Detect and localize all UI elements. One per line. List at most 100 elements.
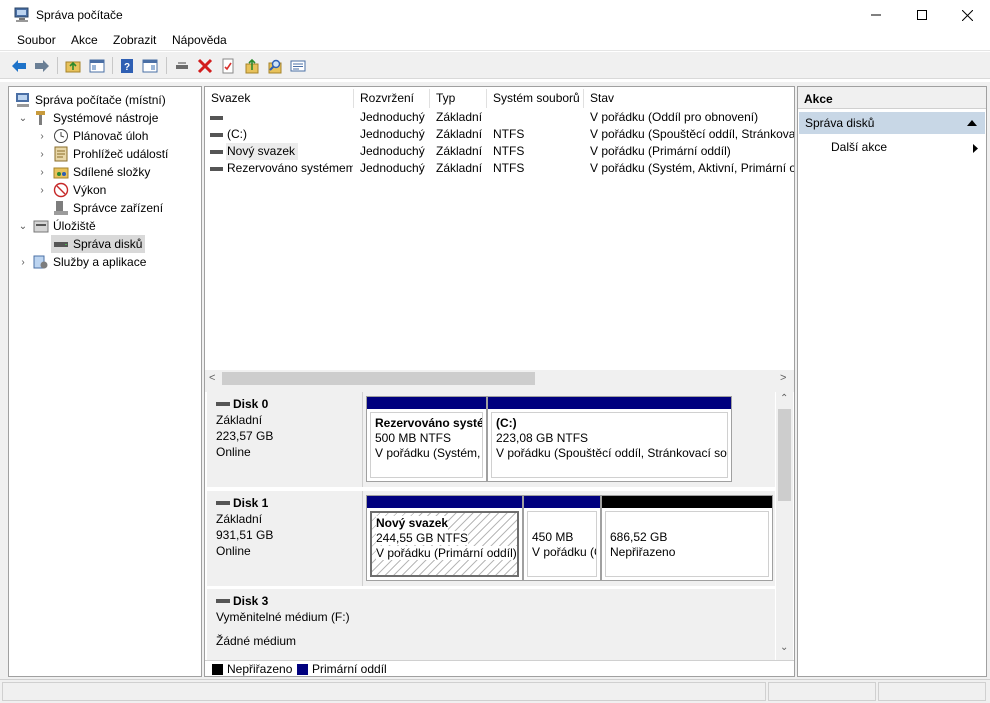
status-cell [2, 682, 766, 701]
column-header-type[interactable]: Typ [430, 89, 487, 108]
collapsed-arrow-icon[interactable]: › [37, 163, 47, 181]
scroll-down-icon[interactable]: ⌄ [780, 642, 788, 653]
forward-button[interactable] [32, 56, 52, 76]
computer-management-icon [15, 92, 31, 108]
tree-item-root[interactable]: Správa počítače (místní) [15, 91, 166, 109]
collapsed-arrow-icon[interactable]: › [37, 145, 47, 163]
partition-system-reserved[interactable]: Rezervováno systémem 500 MB NTFS V pořád… [366, 396, 487, 482]
action-more-actions[interactable]: Další akce [799, 138, 985, 158]
settings-button[interactable] [288, 56, 308, 76]
back-button[interactable] [9, 56, 29, 76]
collapsed-arrow-icon[interactable]: › [37, 181, 47, 199]
tree-item-performance[interactable]: Výkon [53, 181, 106, 199]
disk-status: Žádné médium [216, 634, 297, 648]
toolbar: ? [0, 52, 990, 79]
show-hide-action-pane-icon [142, 59, 158, 73]
submenu-arrow-icon [973, 144, 978, 153]
partition-c[interactable]: (C:) 223,08 GB NTFS V pořádku (Spouštěcí… [487, 396, 732, 482]
actions-pane: Akce Správa disků Další akce [797, 86, 987, 677]
cell-filesystem: NTFS [493, 127, 525, 141]
partition-status: V pořádku (Primární oddíl) [376, 546, 517, 560]
tools-icon [33, 110, 49, 126]
scrollbar-thumb[interactable] [778, 409, 791, 501]
scroll-right-icon[interactable]: > [780, 372, 786, 384]
maximize-icon [917, 10, 927, 20]
scroll-left-icon[interactable]: < [209, 372, 215, 384]
tree-item-services[interactable]: Služby a aplikace [33, 253, 146, 271]
help-button[interactable]: ? [117, 56, 137, 76]
disk-size: 931,51 GB [216, 528, 274, 542]
table-row[interactable]: Nový svazek Jednoduchý Základní NTFS V p… [205, 143, 794, 160]
content-area: Správa počítače (místní) ⌄ Systémové nás… [0, 82, 990, 679]
tree-item-shared-folders[interactable]: Sdílené složky [53, 163, 150, 181]
tree-item-event-viewer[interactable]: Prohlížeč událostí [53, 145, 168, 163]
disk-view-vertical-scrollbar[interactable]: ⌃ ⌄ [776, 392, 793, 660]
menu-action[interactable]: Akce [71, 33, 98, 47]
find-button[interactable] [265, 56, 285, 76]
disk-status: Online [216, 544, 251, 558]
cell-layout: Jednoduchý [360, 110, 425, 124]
tree-item-system-tools[interactable]: Systémové nástroje [33, 109, 158, 127]
cell-volume [227, 109, 351, 126]
disk-type: Základní [216, 413, 263, 427]
tree-item-disk-management[interactable]: Správa disků [51, 235, 146, 253]
tree-label: Systémové nástroje [53, 111, 159, 125]
tree-item-storage[interactable]: Úložiště [33, 217, 96, 235]
close-button[interactable] [944, 0, 990, 30]
legend-primary: Primární oddíl [312, 662, 387, 676]
tree-item-task-scheduler[interactable]: Plánovač úloh [53, 127, 148, 145]
volume-list-horizontal-scrollbar[interactable]: < > [205, 370, 794, 388]
collapsed-arrow-icon[interactable]: › [18, 253, 28, 271]
event-viewer-icon [53, 146, 69, 162]
partition-size: 500 MB NTFS [375, 431, 452, 445]
scroll-up-icon[interactable]: ⌃ [780, 393, 788, 404]
column-header-volume[interactable]: Svazek [205, 89, 354, 108]
table-row[interactable]: Jednoduchý Základní V pořádku (Oddíl pro… [205, 109, 794, 126]
disk-management-pane: Svazek Rozvržení Typ Systém souborů Stav… [204, 86, 795, 677]
disk-label[interactable]: Disk 1 Základní 931,51 GB Online [207, 491, 363, 586]
up-folder-button[interactable] [63, 56, 83, 76]
partition-unallocated[interactable]: 686,52 GB Nepřiřazeno [601, 495, 773, 581]
services-icon [33, 254, 49, 270]
disk-type: Základní [216, 512, 263, 526]
connect-button[interactable] [172, 56, 192, 76]
settings-icon [290, 60, 306, 72]
disk-row-3[interactable]: Disk 3 Vyměnitelné médium (F:) Žádné méd… [207, 589, 775, 661]
table-row[interactable]: Rezervováno systémem Jednoduchý Základní… [205, 160, 794, 177]
collapsed-arrow-icon[interactable]: › [37, 127, 47, 145]
menu-file[interactable]: Soubor [17, 33, 56, 47]
actions-section-disk-management[interactable]: Správa disků [799, 112, 985, 134]
tree-item-device-manager[interactable]: Správce zařízení [53, 199, 163, 217]
menu-help[interactable]: Nápověda [172, 33, 227, 47]
partition-new-volume[interactable]: Nový svazek 244,55 GB NTFS V pořádku (Pr… [366, 495, 523, 581]
tree-label: Služby a aplikace [53, 255, 147, 269]
partition-recovery[interactable]: 450 MB V pořádku (Oddíl pro obnovení) [523, 495, 601, 581]
disk-row-0[interactable]: Disk 0 Základní 223,57 GB Online Rezervo… [207, 392, 775, 487]
show-hide-tree-button[interactable] [87, 56, 107, 76]
disk-layout-view: Disk 0 Základní 223,57 GB Online Rezervo… [205, 392, 794, 661]
import-button[interactable] [242, 56, 262, 76]
partition-size: 223,08 GB NTFS [496, 431, 589, 445]
properties-button[interactable] [218, 56, 238, 76]
minimize-button[interactable] [853, 0, 899, 30]
menu-view[interactable]: Zobrazit [113, 33, 156, 47]
scrollbar-thumb[interactable] [222, 372, 535, 385]
disk-label[interactable]: Disk 0 Základní 223,57 GB Online [207, 392, 363, 487]
expand-arrow-icon[interactable]: ⌄ [18, 109, 28, 127]
close-icon [961, 9, 973, 21]
column-header-status[interactable]: Stav [584, 89, 794, 108]
delete-button[interactable] [195, 56, 215, 76]
column-header-layout[interactable]: Rozvržení [354, 89, 430, 108]
primary-partition-bar [524, 496, 600, 508]
actions-section-label: Správa disků [805, 116, 875, 130]
show-hide-action-pane-button[interactable] [140, 56, 160, 76]
back-icon [12, 60, 26, 72]
disk-label[interactable]: Disk 3 Vyměnitelné médium (F:) Žádné méd… [207, 589, 775, 661]
expand-arrow-icon[interactable]: ⌄ [18, 217, 28, 235]
disk-row-1[interactable]: Disk 1 Základní 931,51 GB Online Nový sv… [207, 491, 775, 586]
tree-label: Sdílené složky [73, 165, 151, 179]
column-header-filesystem[interactable]: Systém souborů [487, 89, 584, 108]
maximize-button[interactable] [899, 0, 945, 30]
table-row[interactable]: (C:) Jednoduchý Základní NTFS V pořádku … [205, 126, 794, 143]
action-label: Další akce [831, 140, 888, 154]
